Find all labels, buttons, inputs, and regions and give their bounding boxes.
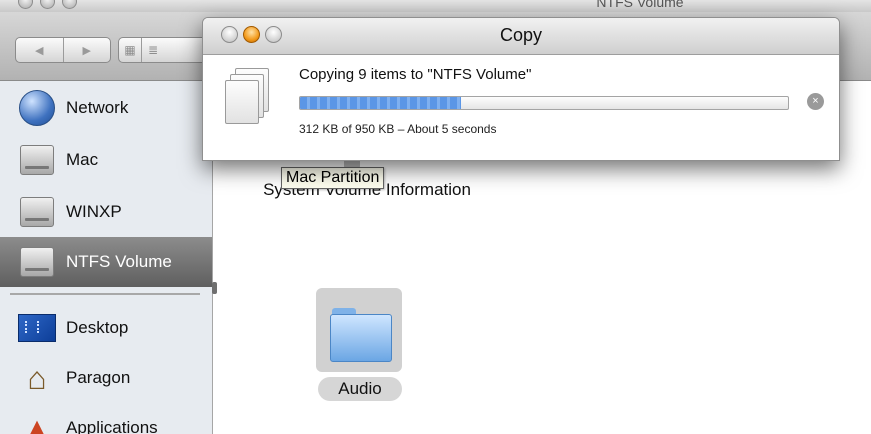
icon-view-icon: ▦ <box>124 43 136 57</box>
finder-sidebar: Network Mac WINXP NTFS Volume Desktop ⌂ … <box>0 81 213 434</box>
sidebar-item-winxp[interactable]: WINXP <box>0 187 212 237</box>
copy-progress-bar <box>299 96 789 110</box>
sidebar-item-ntfs-volume[interactable]: NTFS Volume <box>0 237 212 287</box>
view-mode-control: ▦ ≣ <box>118 37 208 63</box>
sidebar-item-label: Mac <box>66 150 99 169</box>
finder-window-title: NTFS Volume <box>596 0 684 10</box>
folder-icon <box>330 308 392 362</box>
back-button[interactable]: ◀ <box>16 38 63 62</box>
sidebar-item-label: Network <box>66 98 129 117</box>
copy-status: 312 KB of 950 KB – About 5 seconds <box>299 122 497 136</box>
back-forward-control: ◀ ▶ <box>15 37 111 63</box>
file-item-label[interactable]: Audio <box>318 377 402 401</box>
sidebar-item-mac[interactable]: Mac <box>0 135 212 185</box>
sidebar-item-applications[interactable]: ▲ Applications <box>0 403 212 434</box>
copy-message: Copying 9 items to "NTFS Volume" <box>299 66 532 83</box>
sidebar-item-label: WINXP <box>66 202 122 221</box>
hard-drive-icon <box>18 141 56 179</box>
home-icon: ⌂ <box>27 360 47 396</box>
copy-dialog: Copy Copying 9 items to "NTFS Volume" × … <box>202 17 840 161</box>
finder-titlebar: NTFS Volume <box>0 0 871 12</box>
finder-minimize-button[interactable] <box>40 0 55 9</box>
audio-folder-item[interactable] <box>316 288 402 372</box>
forward-button[interactable]: ▶ <box>62 38 111 62</box>
sidebar-item-label: Applications <box>66 418 158 434</box>
hard-drive-icon <box>18 243 56 281</box>
copy-dialog-titlebar: Copy <box>203 18 839 55</box>
finder-close-button[interactable] <box>18 0 33 9</box>
document-stack-icon <box>221 68 271 128</box>
sidebar-item-desktop[interactable]: Desktop <box>0 303 212 353</box>
forward-arrow-icon: ▶ <box>82 44 91 57</box>
desktop-icon <box>18 309 56 347</box>
list-view-icon: ≣ <box>147 43 159 57</box>
sidebar-item-label: Desktop <box>66 318 129 337</box>
sidebar-divider <box>10 293 200 295</box>
copy-dialog-title: Copy <box>499 25 543 45</box>
network-globe-icon <box>18 89 56 127</box>
screen: NTFS Volume ◀ ▶ ▦ ≣ Network Mac WINXP NT… <box>0 0 871 434</box>
finder-zoom-button[interactable] <box>62 0 77 9</box>
sidebar-resize-handle[interactable] <box>212 282 217 294</box>
back-arrow-icon: ◀ <box>35 44 44 57</box>
sidebar-item-paragon[interactable]: ⌂ Paragon <box>0 353 212 403</box>
hard-drive-icon <box>18 193 56 231</box>
progress-fill <box>300 97 462 109</box>
tooltip: Mac Partition <box>281 167 385 189</box>
icon-view-button[interactable]: ▦ <box>119 38 141 62</box>
sidebar-item-network[interactable]: Network <box>0 83 212 133</box>
sidebar-item-label: NTFS Volume <box>66 252 172 271</box>
close-icon: × <box>812 95 819 107</box>
list-view-button[interactable]: ≣ <box>141 38 164 62</box>
sidebar-item-label: Paragon <box>66 368 131 387</box>
applications-icon: ▲ <box>23 412 51 434</box>
stop-copy-button[interactable]: × <box>807 93 824 110</box>
